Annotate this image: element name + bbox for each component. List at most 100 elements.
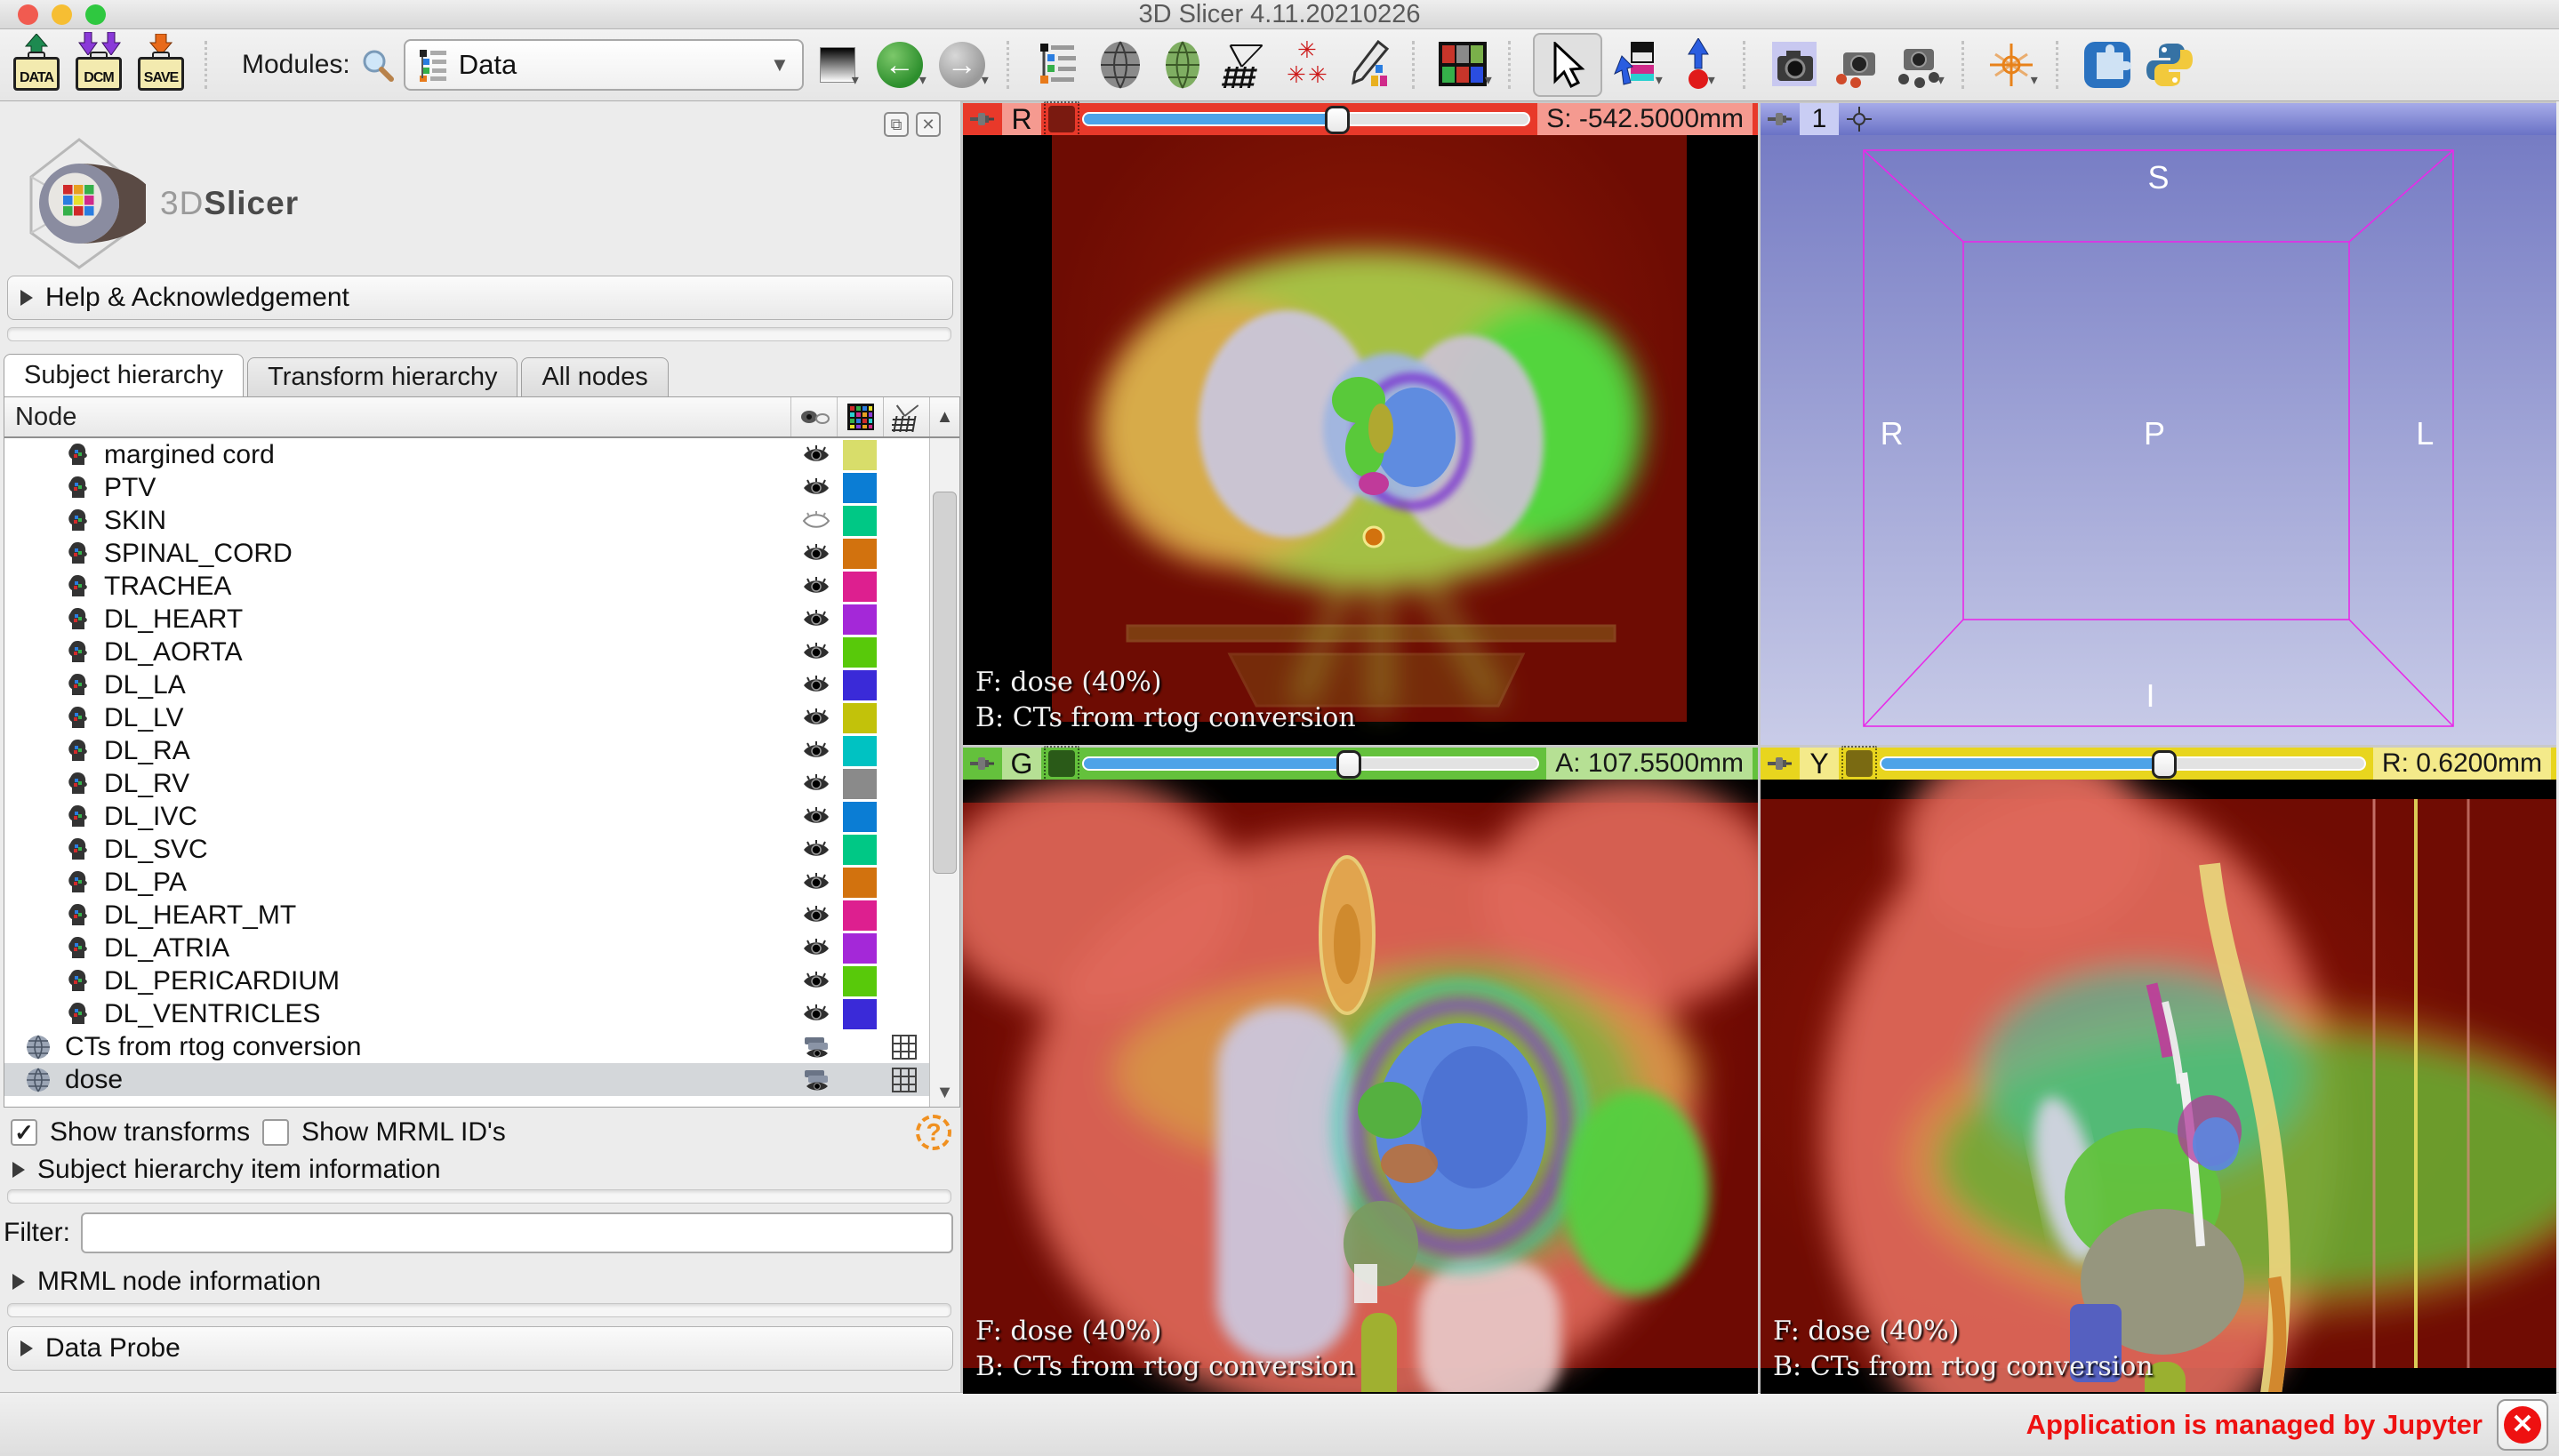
slice-model-visibility-icon[interactable]: [1841, 746, 1877, 781]
tree-row-dl-ivc[interactable]: DL_IVC: [4, 800, 929, 833]
visibility-eye-icon[interactable]: [796, 904, 837, 927]
slice-visibility-icon[interactable]: [796, 1034, 837, 1060]
tree-row-spinal-cord[interactable]: SPINAL_CORD: [4, 537, 929, 570]
visibility-eye-icon[interactable]: [796, 444, 837, 467]
show-transforms-checkbox[interactable]: ✓: [11, 1119, 37, 1146]
color-swatch[interactable]: [837, 965, 883, 996]
tree-scrollbar-down[interactable]: ▼: [930, 1083, 959, 1103]
markups-module-button[interactable]: ✳ ✳ ✳: [1280, 36, 1334, 94]
yellow-slice-slider[interactable]: [1880, 750, 2366, 779]
tree-row-dl-ra[interactable]: DL_RA: [4, 734, 929, 767]
show-mrml-ids-checkbox[interactable]: [262, 1119, 290, 1146]
module-back-button[interactable]: ← ▾: [875, 36, 928, 94]
color-swatch[interactable]: [837, 669, 883, 700]
red-view-label[interactable]: R: [1002, 103, 1041, 135]
scene-view-restore-button[interactable]: ▾: [1892, 36, 1945, 94]
module-selector-combobox[interactable]: Data ▼: [403, 39, 804, 91]
transforms-module-button[interactable]: [1218, 36, 1271, 94]
segment-editor-button[interactable]: [1343, 36, 1396, 94]
jupyter-close-button[interactable]: ✕: [2497, 1398, 2548, 1451]
color-swatch[interactable]: [837, 834, 883, 865]
color-swatch[interactable]: [837, 801, 883, 832]
close-window-button[interactable]: [18, 4, 38, 25]
help-acknowledgement-section[interactable]: Help & Acknowledgement: [7, 276, 953, 320]
visibility-eye-icon[interactable]: [796, 476, 837, 500]
window-level-button[interactable]: ▾: [1611, 36, 1665, 94]
visibility-eye-icon[interactable]: [796, 871, 837, 894]
view-controls-icon[interactable]: [1846, 106, 1873, 132]
minimize-window-button[interactable]: [52, 4, 72, 25]
color-swatch[interactable]: [837, 472, 883, 503]
tree-row-dl-ventricles[interactable]: DL_VENTRICLES: [4, 997, 929, 1030]
slider-handle[interactable]: [1325, 106, 1351, 134]
yellow-slice-offset[interactable]: R: 0.6200mm: [2372, 748, 2551, 780]
layout-selector-button[interactable]: ▾: [1437, 36, 1492, 94]
green-slice-content[interactable]: F: dose (40%) B: CTs from rtog conversio…: [963, 780, 1758, 1394]
color-swatch[interactable]: [837, 768, 883, 799]
tree-row-dl-rv[interactable]: DL_RV: [4, 767, 929, 800]
color-swatch[interactable]: [837, 604, 883, 635]
tree-row-dl-svc[interactable]: DL_SVC: [4, 833, 929, 866]
color-swatch[interactable]: [837, 735, 883, 766]
tree-scrollbar-thumb[interactable]: [933, 492, 957, 874]
undock-panel-button[interactable]: ⧉: [884, 112, 909, 137]
tree-row-cts-from-rtog-conversion[interactable]: CTs from rtog conversion: [4, 1030, 929, 1063]
volumes-module-button[interactable]: [1094, 36, 1147, 94]
screenshot-button[interactable]: [1768, 36, 1821, 94]
filter-input[interactable]: [81, 1212, 953, 1253]
tree-row-dl-pericardium[interactable]: DL_PERICARDIUM: [4, 964, 929, 997]
visibility-eye-icon[interactable]: [796, 608, 837, 631]
color-swatch[interactable]: [837, 867, 883, 898]
models-module-button[interactable]: [1156, 36, 1209, 94]
tree-scrollbar[interactable]: ▼: [929, 438, 959, 1107]
tab-all-nodes[interactable]: All nodes: [521, 357, 669, 396]
visibility-eye-icon[interactable]: [796, 1003, 837, 1026]
data-module-button[interactable]: [1031, 36, 1085, 94]
data-probe-section[interactable]: Data Probe: [7, 1326, 953, 1371]
tree-row-dl-pa[interactable]: DL_PA: [4, 866, 929, 899]
zoom-window-button[interactable]: [85, 4, 106, 25]
tree-scrollbar-up[interactable]: ▲: [929, 397, 959, 436]
tree-row-margined-cord[interactable]: margined cord: [4, 438, 929, 471]
load-data-button[interactable]: DATA: [11, 34, 64, 94]
color-swatch[interactable]: [837, 538, 883, 569]
tree-row-dl-la[interactable]: DL_LA: [4, 668, 929, 701]
visibility-eye-icon[interactable]: [796, 707, 837, 730]
tree-row-skin[interactable]: SKIN: [4, 504, 929, 537]
tree-row-dl-aorta[interactable]: DL_AORTA: [4, 636, 929, 668]
slice-model-visibility-icon[interactable]: [1044, 101, 1079, 137]
tree-row-dl-lv[interactable]: DL_LV: [4, 701, 929, 734]
threed-view-label[interactable]: 1: [1800, 103, 1839, 135]
tree-row-trachea[interactable]: TRACHEA: [4, 570, 929, 603]
red-slice-slider[interactable]: [1082, 106, 1531, 134]
tree-row-dl-heart[interactable]: DL_HEART: [4, 603, 929, 636]
green-slice-offset[interactable]: A: 107.5500mm: [1546, 748, 1753, 780]
slider-handle[interactable]: [2151, 750, 2177, 779]
tree-header-node-column[interactable]: Node: [4, 403, 790, 432]
item-information-section[interactable]: Subject hierarchy item information: [12, 1154, 441, 1186]
visibility-eye-icon[interactable]: [796, 772, 837, 796]
visibility-eye-icon[interactable]: [796, 805, 837, 828]
visibility-eye-icon[interactable]: [796, 542, 837, 565]
pin-icon[interactable]: [968, 750, 995, 777]
tree-row-dl-atria[interactable]: DL_ATRIA: [4, 932, 929, 964]
color-swatch[interactable]: [837, 900, 883, 931]
color-swatch[interactable]: [837, 439, 883, 470]
pin-icon[interactable]: [1766, 750, 1793, 777]
slice-model-visibility-icon[interactable]: [1044, 746, 1079, 781]
visibility-eye-icon[interactable]: [796, 970, 837, 993]
red-slice-content[interactable]: F: dose (40%) B: CTs from rtog conversio…: [963, 135, 1758, 745]
color-swatch[interactable]: [837, 636, 883, 668]
green-slice-slider[interactable]: [1082, 750, 1540, 779]
close-panel-button[interactable]: ✕: [916, 112, 941, 137]
green-view-label[interactable]: G: [1002, 748, 1041, 780]
load-dicom-button[interactable]: DCM: [73, 32, 126, 94]
crosshair-button[interactable]: ▾: [1986, 36, 2040, 94]
module-search-icon[interactable]: [359, 47, 395, 83]
tab-transform-hierarchy[interactable]: Transform hierarchy: [247, 357, 518, 396]
color-column-header[interactable]: [837, 397, 883, 436]
tree-row-ptv[interactable]: PTV: [4, 471, 929, 504]
visibility-eye-icon[interactable]: [796, 575, 837, 598]
transform-grid-icon[interactable]: [883, 1034, 926, 1060]
scene-view-save-button[interactable]: [1830, 36, 1883, 94]
